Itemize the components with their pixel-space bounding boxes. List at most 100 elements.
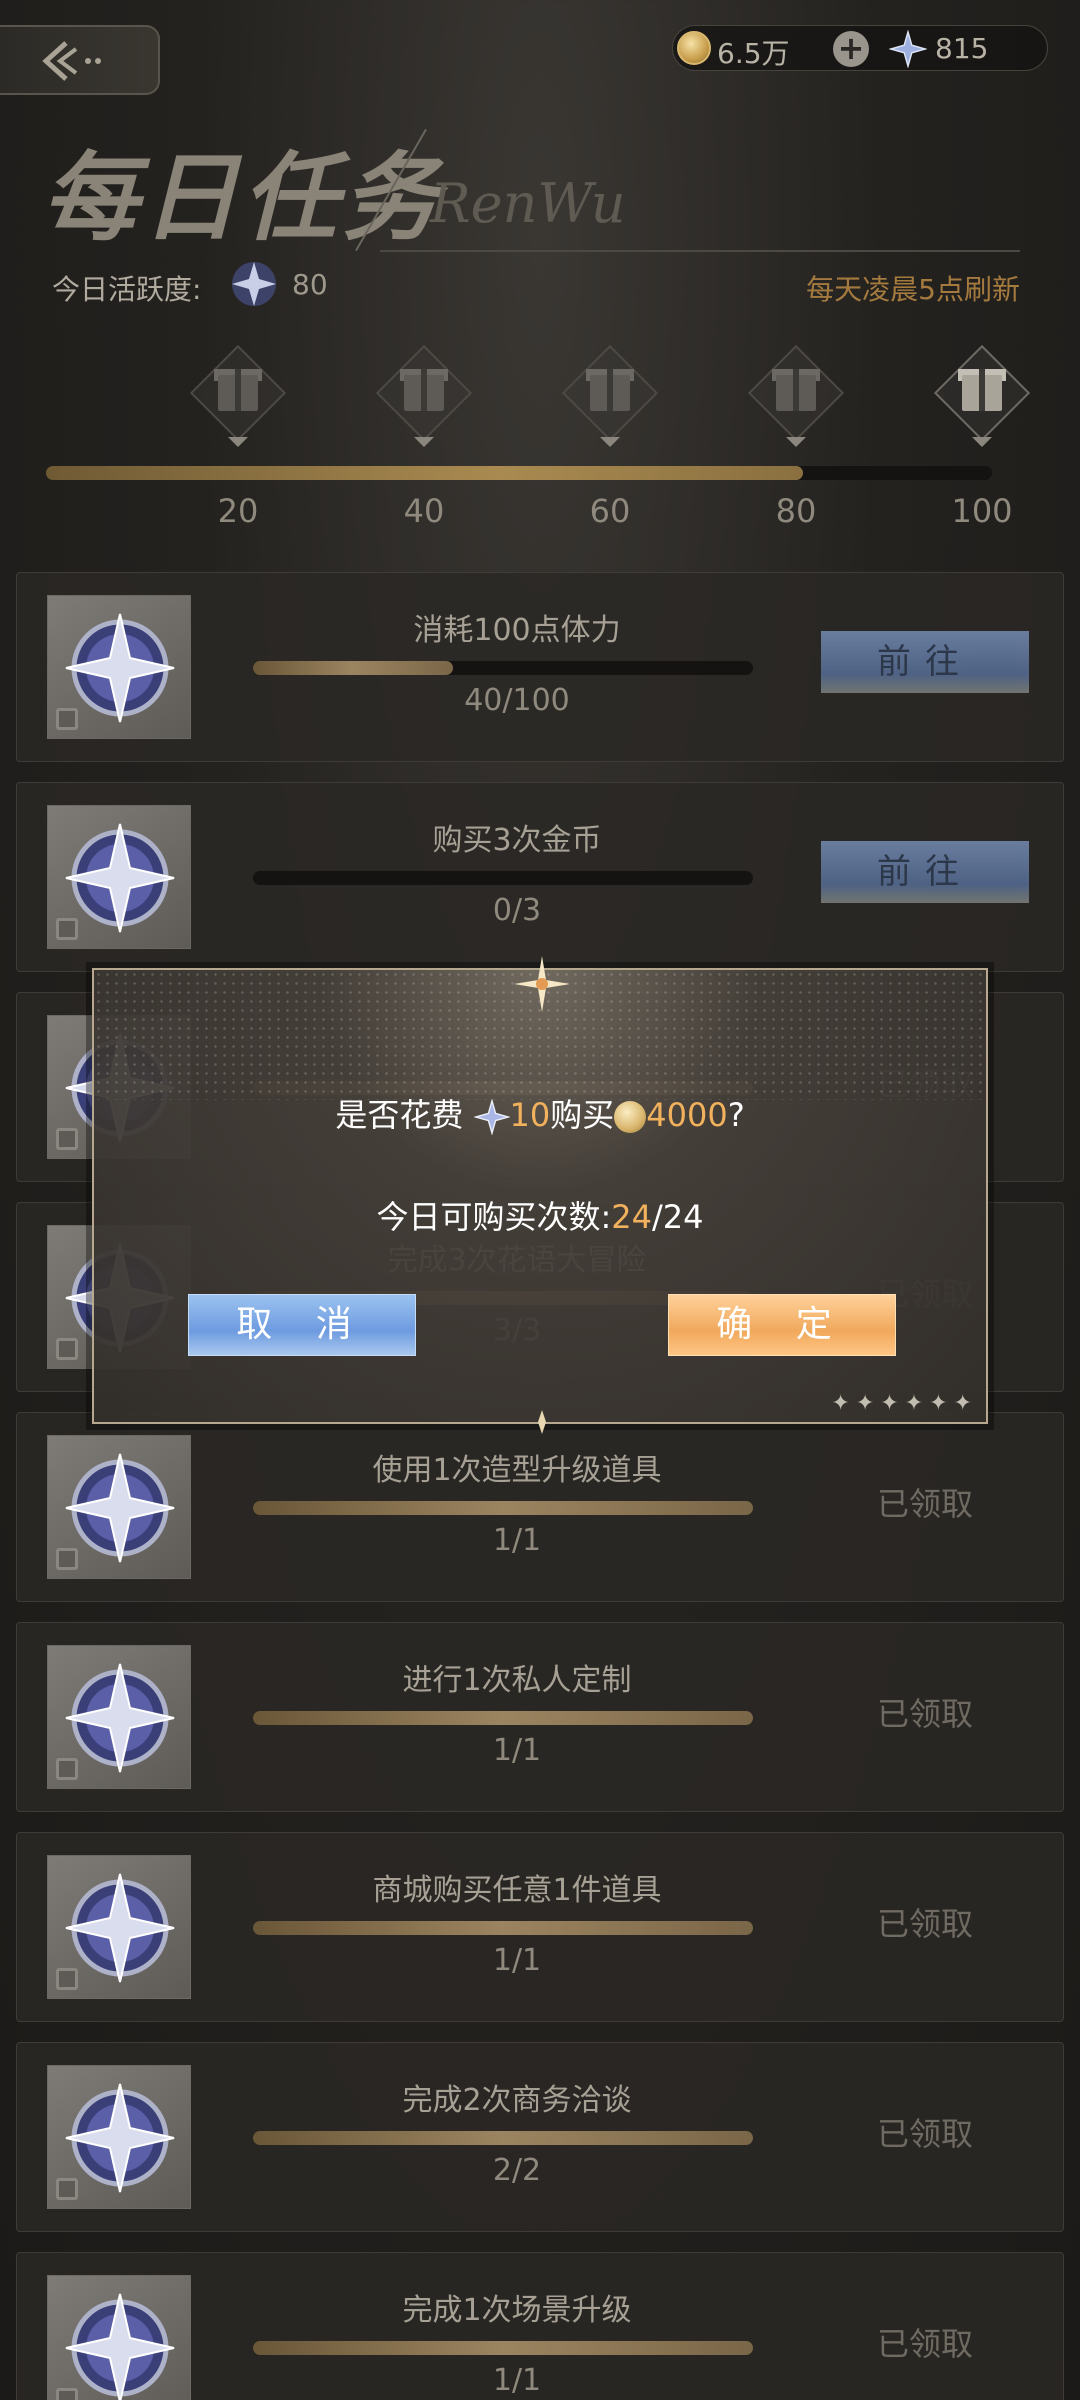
- milestone-gift-icon[interactable]: [933, 344, 1031, 447]
- task-progress-fill: [253, 2341, 753, 2355]
- milestone-gift-icon[interactable]: [375, 344, 473, 447]
- back-button[interactable]: [0, 25, 160, 95]
- task-progress-fill: [253, 1711, 753, 1725]
- task-row: 购买3次金币 0/3 前往: [16, 782, 1064, 972]
- dialog-cost: 10: [509, 1096, 551, 1134]
- task-progress-text: 1/1: [492, 2363, 542, 2398]
- task-title: 消耗100点体力: [413, 613, 621, 648]
- milestone-label: 20: [217, 492, 259, 530]
- task-reward-icon: [47, 1645, 191, 1789]
- task-title: 完成1次场景升级: [402, 2293, 632, 2328]
- currency-bar: 6.5万 + 815: [672, 25, 1048, 71]
- gift-pointer-icon: [972, 437, 992, 447]
- dialog-count-label: 今日可购买次数:: [376, 1198, 612, 1236]
- task-reward-icon: [47, 595, 191, 739]
- go-button[interactable]: 前往: [821, 841, 1029, 903]
- task-row: 商城购买任意1件道具 1/1 已领取: [16, 1832, 1064, 2022]
- copy-icon: [56, 1338, 78, 1360]
- confirm-button[interactable]: 确 定: [668, 1294, 896, 1356]
- task-progress-bar: [253, 1501, 753, 1515]
- back-arrow-icon: [42, 41, 101, 81]
- copy-icon: [56, 708, 78, 730]
- dialog-count-remaining: 24: [611, 1198, 652, 1236]
- copy-icon: [56, 1968, 78, 1990]
- gift-ribbon: [979, 369, 985, 411]
- dialog-amount: 4000: [646, 1096, 728, 1134]
- dialog-q-suffix: ?: [727, 1096, 745, 1134]
- milestone-label: 40: [403, 492, 445, 530]
- task-row: 进行1次私人定制 1/1 已领取: [16, 1622, 1064, 1812]
- task-reward-icon: [47, 1435, 191, 1579]
- gift-pointer-icon: [414, 437, 434, 447]
- task-progress-bar: [253, 661, 753, 675]
- task-reward-icon: [47, 2275, 191, 2400]
- star-crystal-icon: [473, 1099, 510, 1135]
- copy-icon: [56, 1128, 78, 1150]
- star-balance: 815: [935, 32, 989, 65]
- task-progress-text: 0/3: [492, 893, 542, 928]
- dialog-question: 是否花费 10购买 4000?: [94, 1090, 986, 1136]
- dialog-gem-icon: [538, 1410, 546, 1434]
- task-reward-icon: [47, 1855, 191, 1999]
- coin-balance: 6.5万: [717, 37, 790, 70]
- go-button[interactable]: 前往: [821, 631, 1029, 693]
- task-title: 使用1次造型升级道具: [372, 1453, 662, 1488]
- task-row: 完成1次场景升级 1/1 已领取: [16, 2252, 1064, 2400]
- claimed-status: 已领取: [876, 1695, 973, 1733]
- page-title: 每日任务: [42, 141, 442, 254]
- dialog-purchase-count: 今日可购买次数:24/24: [94, 1192, 986, 1238]
- copy-icon: [56, 1758, 78, 1780]
- task-progress-bar: [253, 1711, 753, 1725]
- task-row: 消耗100点体力 40/100 前往: [16, 572, 1064, 762]
- task-progress-bar: [253, 2341, 753, 2355]
- task-title: 商城购买任意1件道具: [372, 1873, 662, 1908]
- milestone-gift-icon[interactable]: [189, 344, 287, 447]
- claimed-status: 已领取: [876, 2115, 973, 2153]
- milestone-gift-icon[interactable]: [747, 344, 845, 447]
- milestone-gift-icon[interactable]: [561, 344, 659, 447]
- task-progress-bar: [253, 2131, 753, 2145]
- milestone-label: 60: [589, 492, 631, 530]
- dialog-q-prefix: 是否花费: [335, 1096, 464, 1134]
- gift-pointer-icon: [228, 437, 248, 447]
- task-row: 使用1次造型升级道具 1/1 已领取: [16, 1412, 1064, 1602]
- title-underline: [380, 250, 1020, 252]
- task-progress-bar: [253, 871, 753, 885]
- task-star-icon: [65, 2293, 175, 2400]
- add-coins-button[interactable]: +: [833, 31, 869, 67]
- task-progress-fill: [253, 2131, 753, 2145]
- gift-ribbon: [421, 369, 427, 411]
- activity-progress-fill: [46, 466, 803, 480]
- claimed-status: 已领取: [876, 2325, 973, 2363]
- cancel-button[interactable]: 取 消: [188, 1294, 416, 1356]
- task-progress-bar: [253, 1921, 753, 1935]
- activity-label: 今日活跃度:: [52, 273, 202, 306]
- dialog-q-mid: 购买: [550, 1096, 615, 1134]
- star-crystal-icon: [889, 30, 927, 68]
- task-progress-fill: [253, 1501, 753, 1515]
- gift-ribbon: [235, 369, 241, 411]
- task-progress-text: 2/2: [492, 2153, 542, 2188]
- gold-coin-icon: [614, 1101, 647, 1133]
- task-progress-text: 1/1: [492, 1523, 542, 1558]
- copy-icon: [56, 1548, 78, 1570]
- gift-pointer-icon: [600, 437, 620, 447]
- task-title: 完成2次商务洽谈: [402, 2083, 632, 2118]
- gift-ribbon: [793, 369, 799, 411]
- claimed-status: 已领取: [876, 1485, 973, 1523]
- task-progress-fill: [253, 661, 453, 675]
- task-title: 购买3次金币: [432, 823, 602, 858]
- task-progress-text: 1/1: [492, 1943, 542, 1978]
- claimed-status: 已领取: [876, 1905, 973, 1943]
- page-subtitle: RenWu: [430, 172, 626, 235]
- activity-value: 80: [292, 268, 328, 301]
- task-progress-text: 40/100: [464, 683, 570, 718]
- task-reward-icon: [47, 805, 191, 949]
- task-progress-fill: [253, 1921, 753, 1935]
- purchase-dialog: 是否花费 10购买 4000? 今日可购买次数:24/24 取 消 确 定 ✦✦✦…: [92, 956, 988, 1434]
- activity-progress-bar: [46, 466, 992, 480]
- copy-icon: [56, 2178, 78, 2200]
- dialog-sparkle-icon: [514, 956, 570, 1012]
- activity-star-icon: [228, 258, 280, 314]
- gift-ribbon: [607, 369, 613, 411]
